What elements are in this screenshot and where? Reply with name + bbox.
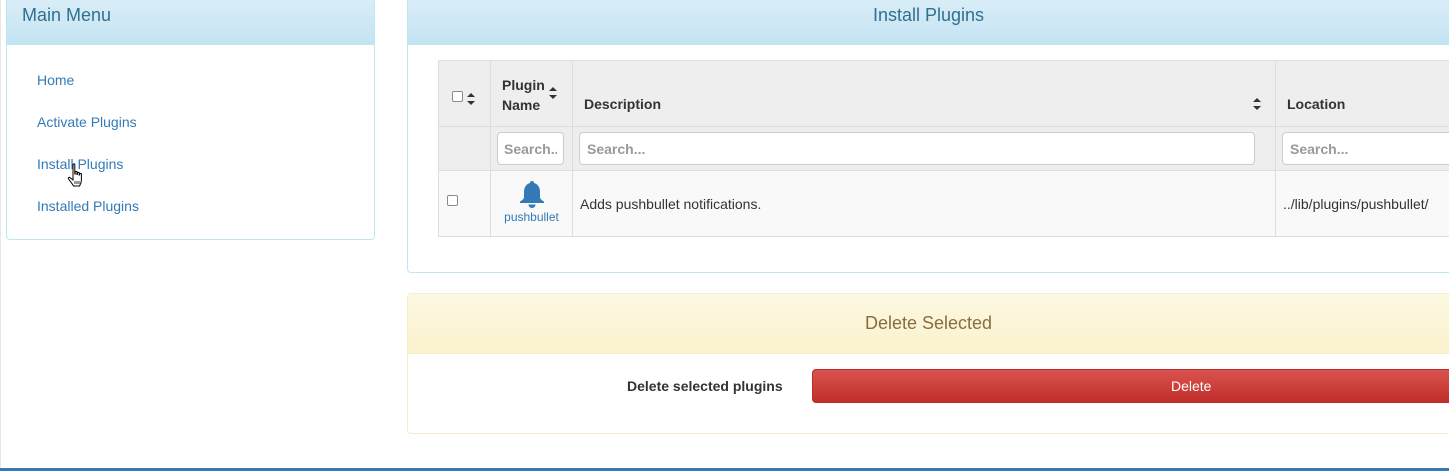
hand-cursor-icon [67, 163, 82, 187]
description-header-label: Description [584, 96, 662, 112]
plugin-name-header-line2: Name [502, 97, 541, 113]
plugins-table: Plugin Name Description Location Search.… [438, 60, 1449, 237]
location-header-label: Location [1287, 96, 1346, 112]
menu-item-installed-plugins[interactable]: Installed Plugins [37, 198, 139, 214]
plugin-location: ../lib/plugins/pushbullet/ [1283, 195, 1429, 212]
row-name-cell: pushbullet [490, 170, 573, 237]
page-left-border [0, 0, 1, 471]
sort-icon[interactable] [1252, 96, 1262, 112]
search-cell-empty [438, 126, 491, 171]
row-description-cell: Adds pushbullet notifications. [572, 170, 1276, 237]
install-plugins-title: Install Plugins [408, 0, 1449, 45]
select-all-checkbox[interactable] [452, 91, 463, 102]
menu-item-home[interactable]: Home [37, 72, 74, 88]
delete-button[interactable]: Delete [812, 369, 1449, 403]
delete-selected-panel: Delete Selected [407, 293, 1449, 434]
menu-item-activate-plugins[interactable]: Activate Plugins [37, 114, 137, 130]
table-row: pushbullet Adds pushbullet notifications… [438, 170, 1449, 237]
search-cell-location [1275, 126, 1449, 171]
search-cell-name [490, 126, 573, 171]
location-search-input[interactable] [1282, 132, 1449, 165]
plugin-name-header-line1: Plugin [502, 77, 545, 93]
delete-selected-title: Delete Selected [408, 294, 1449, 354]
table-search-row [438, 126, 1449, 171]
description-search-input[interactable] [579, 132, 1255, 165]
plugin-name-header[interactable]: Plugin Name [490, 60, 573, 127]
row-location-cell: ../lib/plugins/pushbullet/ [1275, 170, 1449, 237]
row-select-cell [438, 170, 491, 237]
location-header[interactable]: Location [1275, 60, 1449, 127]
search-cell-description [572, 126, 1276, 171]
plugin-name-search-input[interactable] [497, 132, 564, 165]
plugin-name-link[interactable]: pushbullet [491, 210, 572, 224]
row-checkbox[interactable] [447, 195, 458, 206]
main-menu-title: Main Menu [7, 0, 374, 45]
select-all-header [438, 60, 491, 127]
table-header-row: Plugin Name Description Location [438, 60, 1449, 127]
description-header[interactable]: Description [572, 60, 1276, 127]
sort-icon[interactable] [466, 91, 476, 107]
sort-icon[interactable] [548, 85, 558, 101]
delete-selected-label: Delete selected plugins [627, 378, 783, 394]
plugin-description: Adds pushbullet notifications. [580, 195, 762, 212]
bell-icon[interactable] [517, 179, 547, 209]
